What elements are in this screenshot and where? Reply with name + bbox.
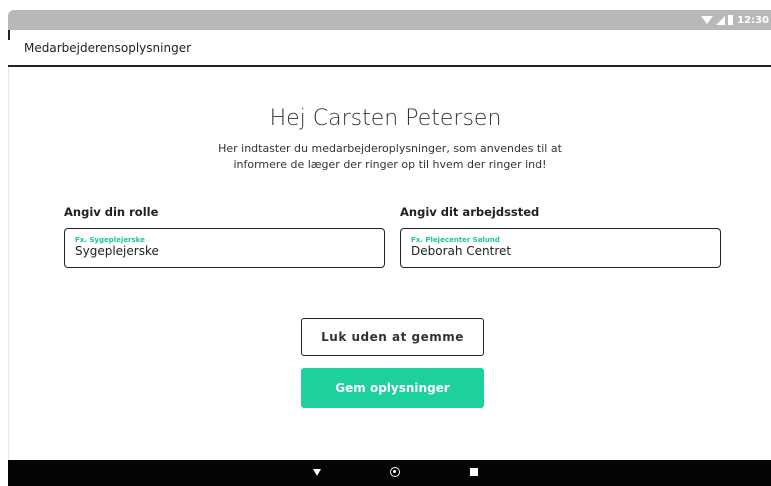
- battery-icon: [728, 15, 734, 25]
- save-button[interactable]: Gem oplysninger: [301, 368, 484, 408]
- role-label: Angiv din rolle: [64, 205, 159, 219]
- role-value[interactable]: Sygeplejerske: [75, 244, 374, 258]
- status-bar: 12:30: [8, 10, 771, 30]
- app-toolbar: Medarbejderensoplysninger: [8, 30, 771, 67]
- status-icons: [701, 15, 734, 25]
- intro-text: Her indtaster du medarbejderoplysninger,…: [218, 142, 562, 171]
- navigation-bar: [8, 460, 771, 486]
- workplace-field[interactable]: Fx. Plejecenter Sølund Deborah Centret: [400, 228, 721, 268]
- toolbar-title: Medarbejderensoplysninger: [24, 40, 192, 55]
- window-corner: [8, 30, 10, 40]
- home-icon[interactable]: [390, 467, 400, 477]
- status-time: 12:30: [737, 14, 769, 26]
- back-icon[interactable]: [313, 469, 321, 476]
- page-title: Hej Carsten Petersen: [269, 106, 502, 131]
- workplace-hint: Fx. Plejecenter Sølund: [411, 236, 500, 244]
- role-hint: Fx. Sygeplejerske: [75, 236, 145, 244]
- wifi-icon: [701, 16, 714, 24]
- recent-apps-icon[interactable]: [470, 468, 478, 476]
- workplace-label: Angiv dit arbejdssted: [400, 205, 540, 219]
- close-without-saving-button[interactable]: Luk uden at gemme: [301, 318, 484, 356]
- role-field[interactable]: Fx. Sygeplejerske Sygeplejerske: [64, 228, 385, 268]
- signal-icon: [716, 15, 726, 25]
- workplace-value[interactable]: Deborah Centret: [411, 244, 710, 258]
